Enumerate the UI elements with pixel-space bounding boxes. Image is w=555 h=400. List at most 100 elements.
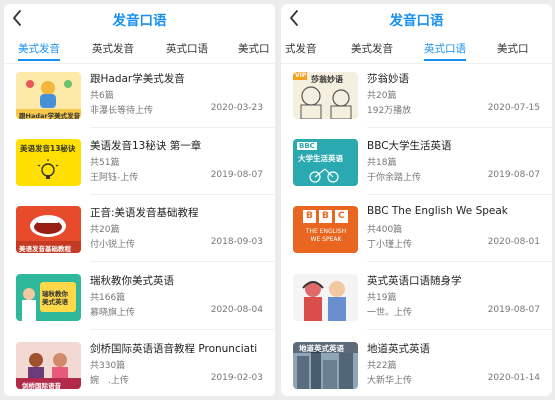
item-uploader: 付小锐上传 — [90, 240, 136, 250]
category-tabs: 式发音 美式发音 英式口语 美式口 — [281, 34, 552, 64]
tab-label: 美式发音 — [18, 43, 60, 55]
item-title: 跟Hadar学美式发音 — [90, 73, 185, 85]
active-tab-indicator — [18, 59, 60, 61]
item-count: 共6篇 — [90, 91, 114, 101]
thumbnail-text: 美语发音13秘诀 — [20, 144, 76, 153]
thumbnail-text: 地道英式英语 — [299, 344, 344, 353]
tab-british-pronunciation[interactable]: 英式发音 — [92, 41, 134, 56]
thumbnail-text: 瑞秋教你美式英语 — [42, 290, 68, 306]
thumbnail-text: THE ENGLISH WE SPEAK — [305, 228, 347, 243]
divider — [90, 127, 275, 128]
bbc-logo: B — [322, 211, 329, 221]
category-tabs: 美式发音 英式发音 英式口语 美式口 — [4, 34, 275, 64]
thumbnail-text: 跟Hadar学美式发音 — [19, 112, 81, 119]
thumbnail-text: 美语发音基础教程 — [19, 245, 71, 253]
item-date: 2020-03-23 — [210, 103, 263, 113]
course-thumbnail: 地道英式英语 — [293, 342, 358, 389]
item-uploader: 王阿钰-上传 — [90, 173, 139, 183]
course-thumbnail: 瑞秋教你美式英语 — [16, 274, 81, 321]
divider — [90, 329, 275, 330]
item-date: 2020-08-04 — [210, 305, 263, 315]
divider — [367, 194, 552, 195]
course-thumbnail — [293, 274, 358, 321]
thumbnail-text: 剑桥国际语音 — [22, 382, 61, 389]
item-title: 剑桥国际英语语音教程 Pronunciati — [90, 343, 258, 355]
item-count: 共22篇 — [367, 361, 397, 371]
right-panel: 发音口语 式发音 美式发音 英式口语 美式口 VIP 莎翁妙语 莎翁妙语 共20… — [281, 4, 552, 396]
vip-badge: VIP — [295, 72, 307, 79]
course-thumbnail: 剑桥国际语音 — [16, 342, 81, 389]
course-thumbnail: 跟Hadar学美式发音 — [16, 72, 81, 119]
item-title: 正音:美语发音基础教程 — [90, 207, 199, 219]
course-thumbnail: 美语发音13秘诀 — [16, 139, 81, 186]
tab-american-pronunciation[interactable]: 美式发音 — [18, 41, 60, 61]
divider — [367, 127, 552, 128]
item-count: 共20篇 — [367, 91, 397, 101]
item-count: 共19篇 — [367, 293, 397, 303]
left-panel: 发音口语 美式发音 英式发音 英式口语 美式口 跟Hadar学美式发音 跟Had… — [4, 4, 275, 396]
item-date: 2018-09-03 — [210, 237, 263, 247]
bbc-logo: BBC — [299, 142, 315, 150]
item-uploader: 于你余踏上传 — [367, 173, 422, 183]
list-item[interactable]: 瑞秋教你美式英语 瑞秋教你美式英语 共166篇 慕晓旗上传 2020-08-04 — [4, 270, 275, 330]
item-title: BBC大学生活英语 — [367, 140, 452, 152]
page-title: 发音口语 — [112, 13, 167, 29]
item-title: 地道英式英语 — [367, 343, 430, 355]
bbc-logo: C — [338, 211, 345, 221]
tab-american-speaking[interactable]: 美式口 — [497, 41, 529, 56]
item-count: 共18篇 — [367, 158, 397, 168]
item-date: 2020-01-14 — [487, 373, 540, 383]
item-count: 共20篇 — [90, 225, 120, 235]
item-title: 莎翁妙语 — [367, 73, 409, 85]
item-uploader: 婉 .上传 — [90, 376, 129, 386]
tab-label: 英式口语 — [424, 43, 466, 55]
item-title: 英式英语口语随身学 — [367, 275, 462, 287]
item-date: 2019-08-07 — [210, 170, 263, 180]
course-thumbnail: VIP 莎翁妙语 — [293, 72, 358, 119]
thumbnail-text: 莎翁妙语 — [311, 75, 343, 84]
item-title: BBC The English We Speak — [367, 205, 508, 217]
item-count: 共51篇 — [90, 158, 120, 168]
item-uploader: 非瀑长等待上传 — [90, 106, 154, 116]
divider — [367, 261, 552, 262]
tab-british-speaking[interactable]: 英式口语 — [424, 41, 466, 61]
list-item[interactable]: VIP 莎翁妙语 莎翁妙语 共20篇 192万播放 2020-07-15 — [281, 68, 552, 128]
item-count: 共166篇 — [90, 293, 126, 303]
item-count: 共400篇 — [367, 225, 403, 235]
list-item[interactable]: 美语发音基础教程 正音:美语发音基础教程 共20篇 付小锐上传 2018-09-… — [4, 202, 275, 262]
item-date: 2020-07-15 — [487, 103, 540, 113]
course-thumbnail: BBC 大学生活英语 — [293, 139, 358, 186]
item-uploader: 丁小瑾上传 — [367, 240, 413, 250]
list-item[interactable]: 英式英语口语随身学 共19篇 一世。上传 2019-08-07 — [281, 270, 552, 330]
page-title: 发音口语 — [389, 13, 444, 29]
tab-american-speaking[interactable]: 美式口 — [238, 41, 270, 56]
item-uploader: 大新华上传 — [367, 376, 413, 386]
list-item[interactable]: 美语发音13秘诀 美语发音13秘诀 第一章 共51篇 王阿钰-上传 2019-0… — [4, 135, 275, 195]
divider — [367, 329, 552, 330]
thumbnail-art — [293, 274, 358, 321]
item-date: 2019-08-07 — [487, 305, 540, 315]
item-count: 共330篇 — [90, 361, 126, 371]
bbc-logo: B — [306, 211, 313, 221]
tab-british-pronunciation[interactable]: 美式发音 — [351, 41, 393, 56]
nav-bar: 发音口语 — [4, 4, 275, 34]
item-uploader: 一世。上传 — [367, 308, 413, 318]
item-title: 瑞秋教你美式英语 — [90, 275, 174, 287]
list-item[interactable]: B B C THE ENGLISH WE SPEAK BBC The Engli… — [281, 202, 552, 262]
nav-bar: 发音口语 — [281, 4, 552, 34]
course-thumbnail: 美语发音基础教程 — [16, 206, 81, 253]
divider — [90, 261, 275, 262]
divider — [90, 194, 275, 195]
list-item[interactable]: BBC 大学生活英语 BBC大学生活英语 共18篇 于你余踏上传 2019-08… — [281, 135, 552, 195]
list-item[interactable]: 跟Hadar学美式发音 跟Hadar学美式发音 共6篇 非瀑长等待上传 2020… — [4, 68, 275, 128]
active-tab-indicator — [424, 59, 466, 61]
list-item[interactable]: 地道英式英语 地道英式英语 共22篇 大新华上传 2020-01-14 — [281, 338, 552, 396]
item-uploader: 慕晓旗上传 — [90, 308, 136, 318]
tab-british-speaking[interactable]: 英式口语 — [166, 41, 208, 56]
item-date: 2020-08-01 — [487, 237, 540, 247]
item-title: 美语发音13秘诀 第一章 — [90, 140, 202, 152]
course-thumbnail: B B C THE ENGLISH WE SPEAK — [293, 206, 358, 253]
thumbnail-text: 大学生活英语 — [298, 154, 343, 163]
list-item[interactable]: 剑桥国际语音 剑桥国际英语语音教程 Pronunciati 共330篇 婉 .上… — [4, 338, 275, 396]
tab-american-pronunciation[interactable]: 式发音 — [285, 41, 317, 56]
